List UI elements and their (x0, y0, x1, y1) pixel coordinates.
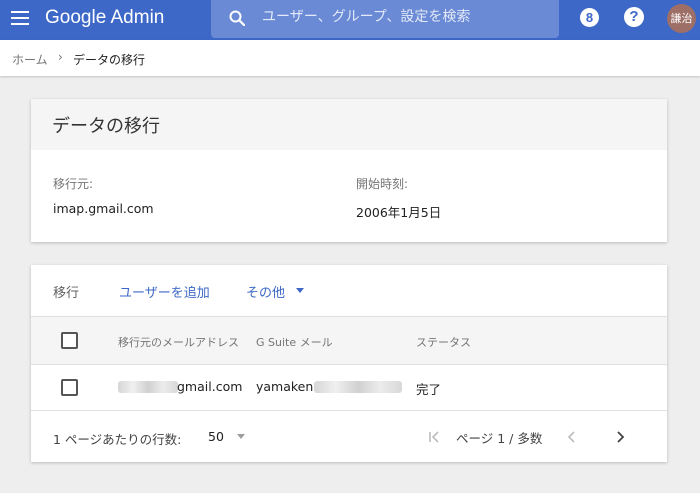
migration-list-card: 移行 ユーザーを追加 その他 移行元のメールアドレス G Suite メール ス… (31, 265, 667, 462)
chevron-right-icon: › (58, 50, 63, 64)
status-cell: 完了 (416, 382, 442, 397)
start-time-label: 開始時刻: (356, 177, 409, 191)
avatar[interactable]: 謙治 (667, 4, 696, 33)
select-all-checkbox[interactable] (61, 332, 78, 349)
top-app-bar: Google Admin 8 ? 謙治 (0, 0, 700, 40)
prev-page-icon[interactable] (564, 429, 580, 445)
caret-down-icon[interactable] (237, 434, 245, 439)
breadcrumb-current: データの移行 (73, 53, 146, 67)
menu-icon[interactable] (11, 11, 29, 25)
search-icon[interactable] (229, 10, 245, 26)
column-header-gsuite-email[interactable]: G Suite メール (256, 334, 333, 350)
first-page-icon[interactable] (427, 429, 443, 445)
add-user-button[interactable]: ユーザーを追加 (119, 282, 210, 301)
search-input[interactable] (262, 6, 542, 28)
help-icon[interactable]: ? (624, 7, 644, 27)
breadcrumb: ホーム › データの移行 (0, 40, 700, 76)
redacted-email-part (118, 381, 178, 393)
page-title: データの移行 (52, 116, 160, 137)
migration-info-card: データの移行 移行元: imap.gmail.com 開始時刻: 2006年1月… (31, 99, 667, 242)
rows-per-page-label: 1 ページあたりの行数: (53, 432, 182, 447)
rows-per-page-select[interactable]: 50 (208, 429, 224, 444)
row-checkbox[interactable] (61, 379, 78, 396)
more-menu-button[interactable]: その他 (246, 282, 285, 301)
table-row[interactable]: gmail.com yamaken@ 完了 (31, 365, 667, 411)
table-header: 移行元のメールアドレス G Suite メール ステータス (31, 316, 667, 365)
source-label: 移行元: (53, 177, 94, 191)
breadcrumb-home-link[interactable]: ホーム (12, 51, 48, 68)
caret-down-icon[interactable] (296, 288, 304, 293)
card-header: データの移行 (31, 99, 667, 150)
toolbar-title: 移行 (53, 286, 80, 301)
next-page-icon[interactable] (612, 429, 628, 445)
column-header-source-email[interactable]: 移行元のメールアドレス (118, 334, 239, 350)
source-email-cell: gmail.com (177, 379, 243, 394)
source-value: imap.gmail.com (53, 201, 154, 216)
start-time-value: 2006年1月5日 (356, 205, 442, 220)
redacted-email-part (314, 381, 402, 393)
app-title[interactable]: Google Admin (45, 7, 164, 29)
page-info: ページ 1 / 多数 (456, 431, 543, 446)
apps-icon[interactable]: 8 (580, 8, 599, 27)
column-header-status[interactable]: ステータス (416, 334, 471, 350)
search-box[interactable] (211, 0, 559, 38)
